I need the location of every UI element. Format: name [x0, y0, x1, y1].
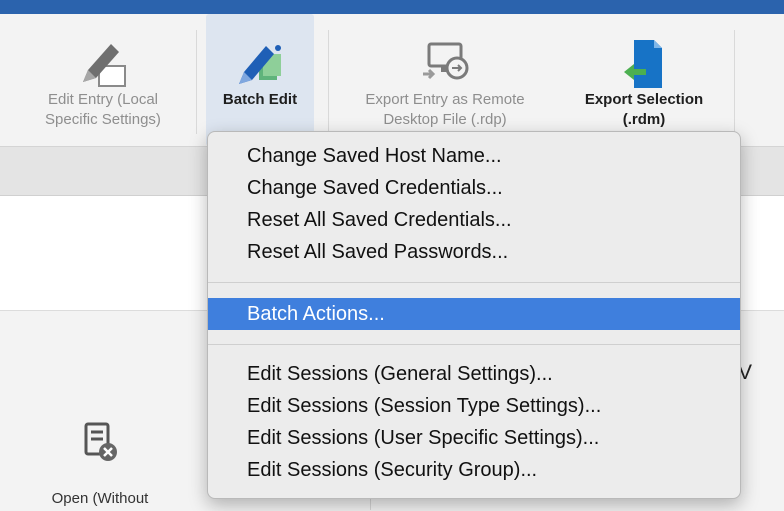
edit-entry-label: Edit Entry (Local Specific Settings): [45, 91, 161, 128]
menu-item-edit-sessions-general[interactable]: Edit Sessions (General Settings)...: [208, 358, 740, 390]
menu-item-edit-sessions-user-specific[interactable]: Edit Sessions (User Specific Settings)..…: [208, 422, 740, 454]
ribbon-separator: [734, 30, 735, 134]
batch-edit-pencil-icon: [239, 45, 281, 84]
ribbon-separator: [196, 30, 197, 134]
menu-item-reset-all-saved-passwords[interactable]: Reset All Saved Passwords...: [208, 236, 740, 268]
export-selection-button[interactable]: Export Selection (.rdm): [566, 14, 722, 146]
export-rdp-button[interactable]: Export Entry as Remote Desktop File (.rd…: [334, 14, 556, 146]
batch-edit-label: Batch Edit: [222, 91, 298, 108]
menu-separator: [208, 344, 740, 345]
export-rdp-label: Export Entry as Remote Desktop File (.rd…: [365, 91, 525, 128]
batch-edit-button[interactable]: Batch Edit: [206, 14, 314, 146]
menu-item-edit-sessions-security-group[interactable]: Edit Sessions (Security Group)...: [208, 454, 740, 486]
edit-entry-local-settings-button[interactable]: Edit Entry (Local Specific Settings): [14, 14, 192, 146]
open-without-label[interactable]: Open (Without: [20, 490, 180, 507]
menu-item-change-saved-host-name[interactable]: Change Saved Host Name...: [208, 140, 740, 172]
menu-item-change-saved-credentials[interactable]: Change Saved Credentials...: [208, 172, 740, 204]
menu-item-reset-all-saved-credentials[interactable]: Reset All Saved Credentials...: [208, 204, 740, 236]
menu-item-batch-actions[interactable]: Batch Actions...: [208, 298, 740, 330]
export-selection-label: Export Selection (.rdm): [584, 91, 704, 128]
pencil-window-icon: [83, 44, 126, 87]
open-without-icon: [84, 422, 117, 461]
rdp-export-icon: [423, 42, 469, 80]
menu-item-edit-sessions-session-type[interactable]: Edit Sessions (Session Type Settings)...: [208, 390, 740, 422]
window-top-bar: [0, 0, 784, 14]
ribbon-separator: [328, 30, 329, 134]
rdm-export-icon: [624, 40, 662, 88]
ribbon-toolbar: Edit Entry (Local Specific Settings) Bat…: [0, 14, 784, 147]
batch-edit-dropdown-menu: Change Saved Host Name... Change Saved C…: [207, 131, 741, 499]
menu-separator: [208, 282, 740, 283]
